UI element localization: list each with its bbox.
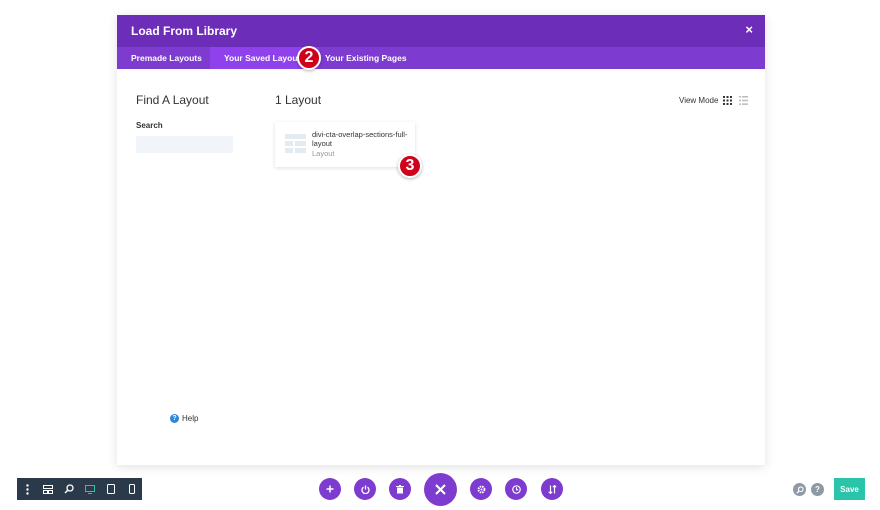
- layout-type: Layout: [312, 149, 335, 158]
- close-icon[interactable]: ×: [745, 22, 753, 37]
- desktop-icon[interactable]: [79, 478, 100, 500]
- tab-your-existing-pages[interactable]: Your Existing Pages: [311, 47, 421, 69]
- tab-premade-layouts[interactable]: Premade Layouts: [117, 47, 216, 69]
- modal-title: Load From Library: [131, 24, 238, 38]
- help-icon: ?: [170, 414, 179, 423]
- add-icon[interactable]: [319, 478, 341, 500]
- view-toolbar: [17, 478, 142, 500]
- layout-card[interactable]: divi-cta-overlap-sections-full-layout La…: [275, 122, 415, 167]
- search-icon[interactable]: [793, 483, 806, 496]
- sort-icon[interactable]: [541, 478, 563, 500]
- modal-header: Load From Library ×: [117, 15, 765, 47]
- step-2-badge: 2: [297, 46, 321, 70]
- search-input[interactable]: [136, 136, 233, 153]
- settings-icon[interactable]: [470, 478, 492, 500]
- results-count: 1 Layout: [275, 93, 322, 107]
- list-view-icon[interactable]: [739, 96, 748, 105]
- layout-thumbnail-icon: [285, 134, 306, 154]
- history-icon[interactable]: [505, 478, 527, 500]
- save-button[interactable]: Save: [834, 478, 865, 500]
- phone-icon[interactable]: [121, 478, 142, 500]
- tablet-icon[interactable]: [100, 478, 121, 500]
- trash-icon[interactable]: [389, 478, 411, 500]
- grid-view-icon[interactable]: [723, 96, 732, 105]
- tab-bar: Premade Layouts Your Saved Layouts Your …: [117, 47, 765, 69]
- search-label: Search: [136, 121, 163, 130]
- power-icon[interactable]: [354, 478, 376, 500]
- layout-name: divi-cta-overlap-sections-full-layout: [312, 130, 408, 148]
- step-3-badge: 3: [398, 154, 422, 178]
- help-link[interactable]: ? Help: [170, 414, 198, 423]
- more-vertical-icon[interactable]: [17, 478, 38, 500]
- load-from-library-modal: Load From Library × Premade Layouts Your…: [117, 15, 765, 465]
- view-mode-label: View Mode: [679, 96, 719, 105]
- find-layout-title: Find A Layout: [136, 93, 209, 107]
- help-label: Help: [182, 414, 199, 423]
- close-icon[interactable]: [424, 473, 457, 506]
- wireframe-icon[interactable]: [38, 478, 59, 500]
- zoom-icon[interactable]: [59, 478, 80, 500]
- help-icon[interactable]: ?: [811, 483, 824, 496]
